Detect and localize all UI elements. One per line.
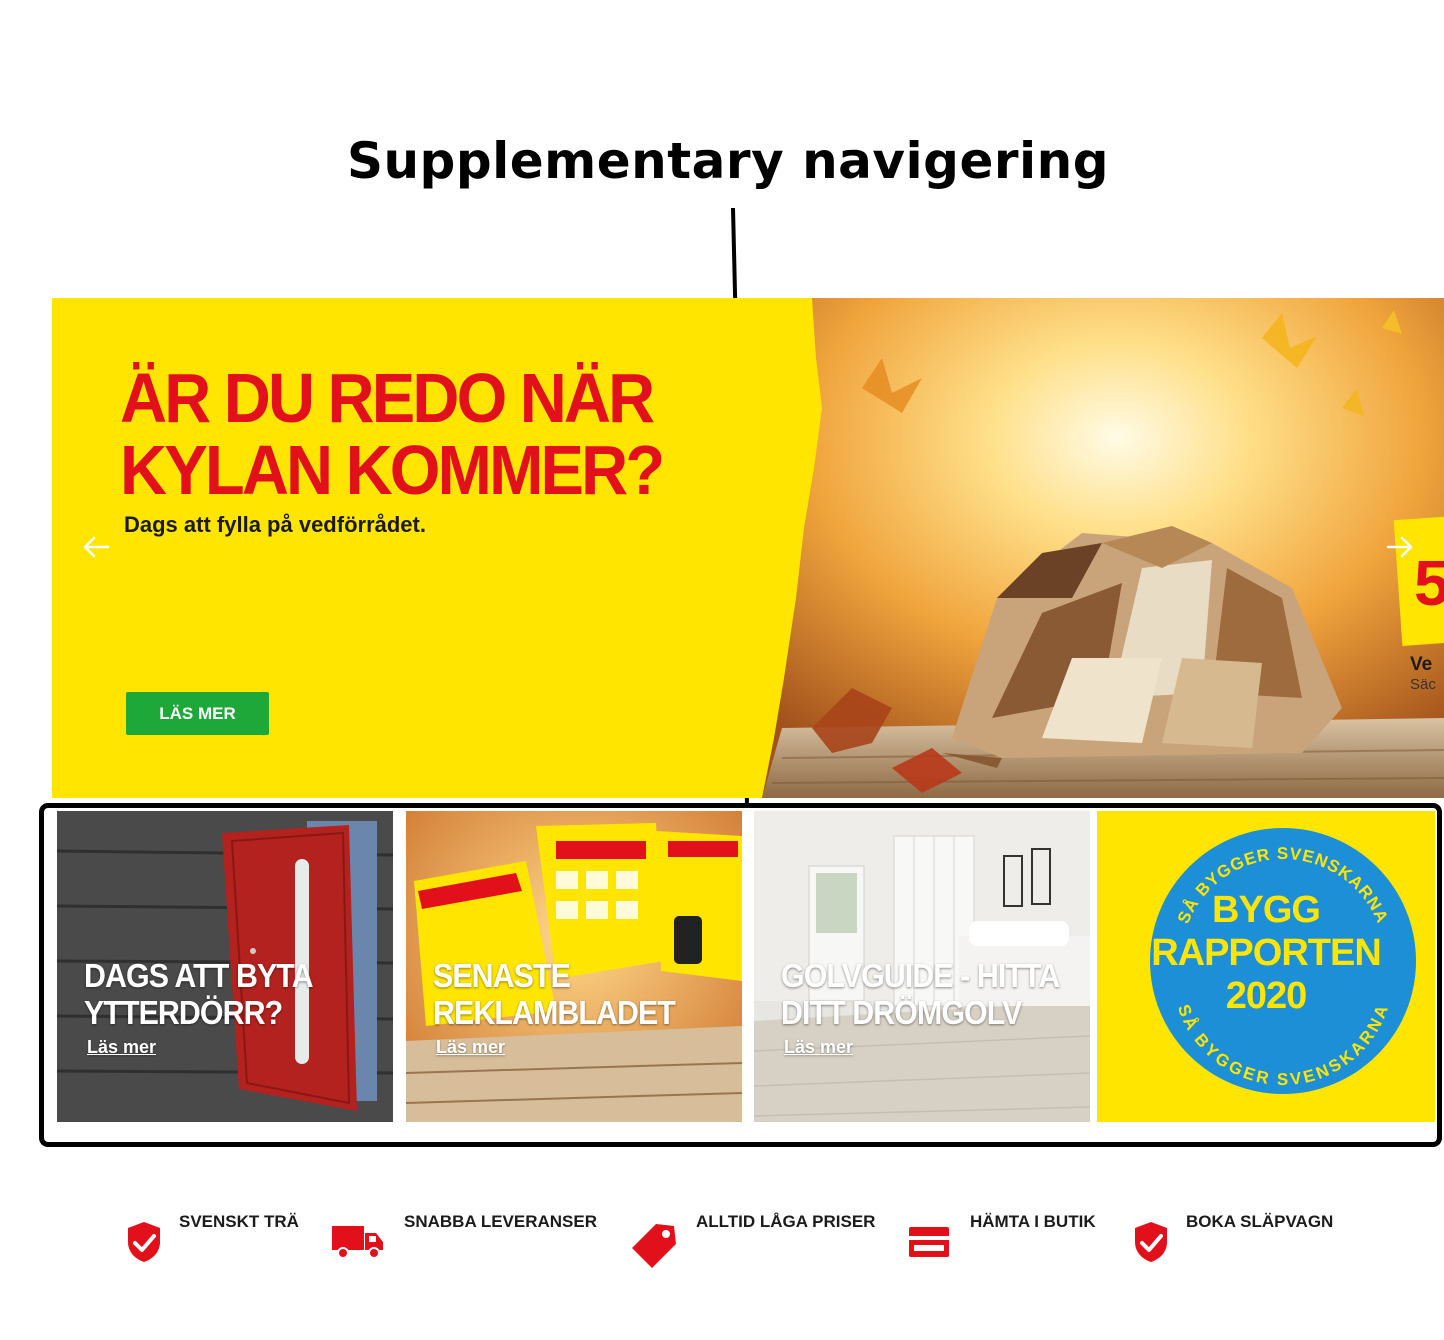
next-slide-number: 5 [1414,547,1444,619]
firewood-autumn-image [762,298,1444,798]
hero-title-line: KYLAN KOMMER? [120,431,665,509]
tile-heading: DAGS ATT BYTA YTTERDÖRR? [84,957,314,1031]
badge-line: 2020 [1225,975,1308,1017]
read-more-link[interactable]: Läs mer [436,1037,505,1058]
badge-line: RAPPORTEN [1151,932,1382,974]
hero-carousel[interactable]: ÄR DU REDO NÄR KYLAN KOMMER? Dags att fy… [52,298,1444,798]
hero-subtitle: Dags att fylla på vedförrådet. [124,512,426,537]
hero-title: ÄR DU REDO NÄR KYLAN KOMMER? [120,359,665,509]
usp-swedish-wood: SVENSKT TRÄ [126,1212,326,1272]
tile-latest-flyer[interactable]: SENASTE REKLAMBLADET Läs mer [406,811,742,1122]
usp-label: HÄMTA I BUTIK [970,1212,1096,1231]
tile-heading: GOLVGUIDE - HITTA DITT DRÖMGOLV [781,957,1060,1031]
tile-heading-line: GOLVGUIDE - HITTA [781,957,1060,994]
usp-store-pickup: HÄMTA I BUTIK [908,1212,1128,1272]
usp-label: ALLTID LÅGA PRISER [696,1212,876,1231]
shield-check-icon [1135,1222,1167,1262]
delivery-truck-icon [332,1226,383,1259]
building-report-title: BYGG RAPPORTEN 2020 [1097,889,1435,1018]
badge-line: BYGG [1212,889,1321,931]
tile-heading-line: DAGS ATT BYTA [84,957,314,994]
tile-floor-guide[interactable]: GOLVGUIDE - HITTA DITT DRÖMGOLV Läs mer [754,811,1090,1122]
usp-low-prices: ALLTID LÅGA PRISER [630,1212,900,1272]
store-pickup-icon [909,1227,949,1257]
shield-check-icon [128,1222,160,1262]
tile-heading-line: DITT DRÖMGOLV [781,994,1022,1031]
hero-title-line: ÄR DU REDO NÄR [120,359,655,437]
usp-label: BOKA SLÄPVAGN [1186,1212,1334,1231]
next-slide-subtext: Säc [1410,676,1436,693]
tile-heading: SENASTE REKLAMBLADET [433,957,676,1031]
tile-exterior-door[interactable]: DAGS ATT BYTA YTTERDÖRR? Läs mer [57,811,393,1122]
usp-label: SNABBA LEVERANSER [404,1212,598,1231]
carousel-prev-arrow-icon[interactable] [82,535,110,559]
next-slide-text: Ve [1410,654,1433,675]
read-more-button[interactable]: LÄS MER [126,692,269,735]
usp-book-trailer: BOKA SLÄPVAGN [1133,1212,1373,1272]
price-tag-icon [632,1224,676,1268]
tile-heading-line: SENASTE [433,957,571,994]
read-more-link[interactable]: Läs mer [784,1037,853,1058]
usp-label: SVENSKT TRÄ [179,1212,299,1231]
tile-heading-line: YTTERDÖRR? [84,994,283,1031]
tile-building-report[interactable]: SÅ BYGGER SVENSKARNA SÅ BYGGER SVENSKARN… [1097,811,1435,1122]
carousel-next-arrow-icon[interactable] [1386,535,1414,559]
tile-heading-line: REKLAMBLADET [433,994,676,1031]
read-more-link[interactable]: Läs mer [87,1037,156,1058]
usp-fast-delivery: SNABBA LEVERANSER [331,1212,621,1272]
